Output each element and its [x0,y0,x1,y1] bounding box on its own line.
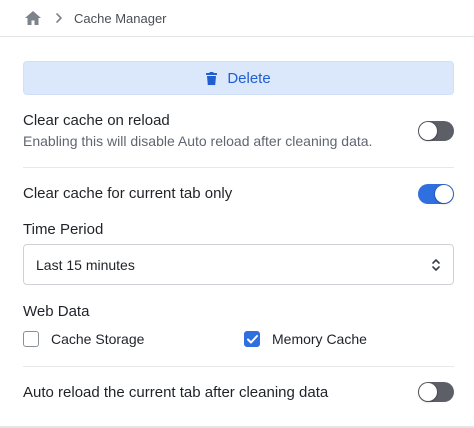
delete-button[interactable]: Delete [23,61,454,95]
auto-reload-toggle[interactable] [418,382,454,402]
home-icon[interactable] [24,10,42,26]
current-tab-only-toggle[interactable] [418,184,454,204]
divider [23,167,454,168]
memory-cache-checkbox[interactable] [244,331,260,347]
clear-on-reload-description: Enabling this will disable Auto reload a… [23,133,373,149]
time-period-label: Time Period [23,221,104,238]
web-data-label: Web Data [23,303,90,320]
trash-icon [206,71,218,85]
select-arrows-icon [431,257,441,273]
chevron-right-icon [54,12,64,24]
cache-storage-label[interactable]: Cache Storage [51,331,144,347]
memory-cache-label[interactable]: Memory Cache [272,331,367,347]
time-period-value: Last 15 minutes [36,256,135,273]
current-tab-only-title: Clear cache for current tab only [23,185,233,202]
cache-storage-checkbox[interactable] [23,331,39,347]
time-period-select[interactable]: Last 15 minutes [23,244,454,285]
clear-on-reload-toggle[interactable] [418,121,454,141]
divider [23,366,454,367]
auto-reload-title: Auto reload the current tab after cleani… [23,384,329,401]
delete-button-label: Delete [227,69,271,87]
header-bar: Cache Manager [0,0,474,37]
checkmark-icon [246,334,258,343]
clear-on-reload-title: Clear cache on reload [23,112,170,129]
breadcrumb-current: Cache Manager [74,10,167,26]
